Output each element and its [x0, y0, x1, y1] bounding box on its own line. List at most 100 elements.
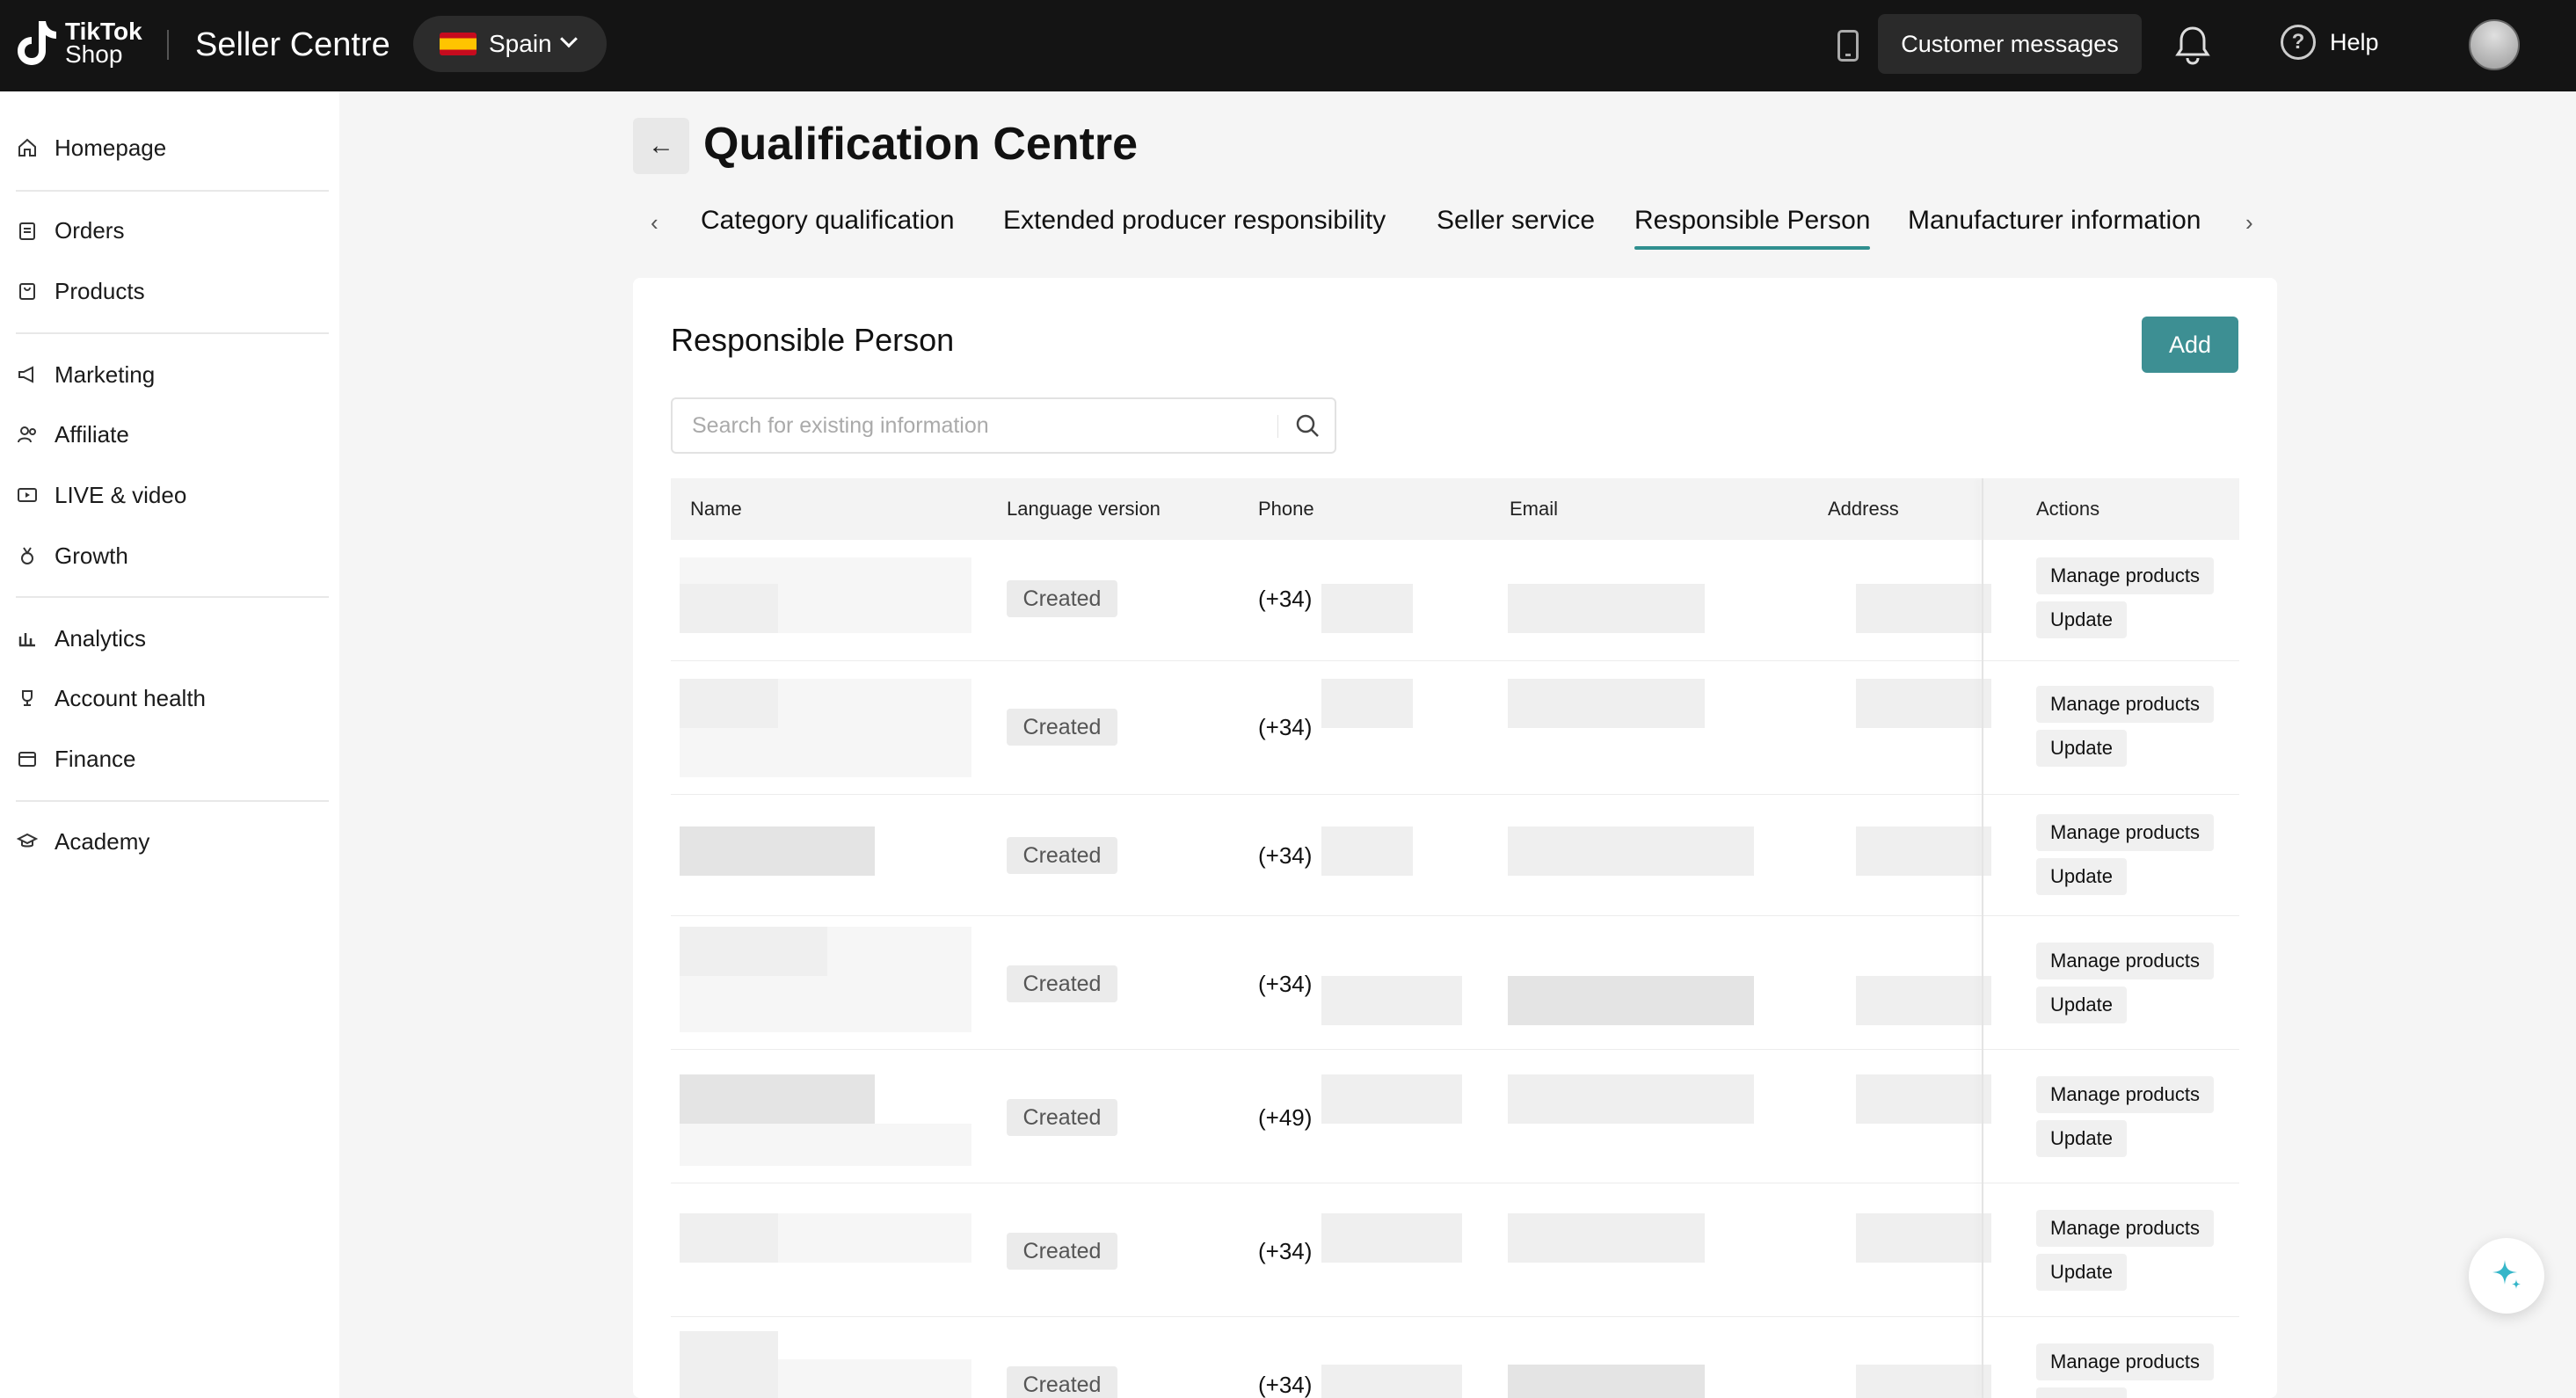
redacted-phone: [1321, 1365, 1462, 1398]
update-button[interactable]: Update: [2036, 730, 2127, 767]
notification-bell-icon[interactable]: [2175, 25, 2210, 65]
chart-icon: [16, 627, 39, 650]
sidebar-item-analytics[interactable]: Analytics: [16, 619, 146, 658]
sidebar-divider: [16, 190, 329, 192]
mobile-phone-icon[interactable]: [1837, 30, 1859, 62]
redacted-email: [1508, 1213, 1705, 1263]
megaphone-icon: [16, 363, 39, 386]
update-button[interactable]: Update: [2036, 1120, 2127, 1157]
seller-centre-title: Seller Centre: [195, 26, 390, 63]
customer-messages-button[interactable]: Customer messages: [1878, 14, 2142, 74]
add-button[interactable]: Add: [2142, 317, 2238, 373]
help-label: Help: [2330, 28, 2379, 55]
tab-manufacturer-information[interactable]: Manufacturer information: [1908, 206, 2201, 236]
redacted-name: [778, 1359, 971, 1398]
user-avatar[interactable]: [2469, 19, 2520, 70]
sidebar-item-affiliate[interactable]: Affiliate: [16, 415, 129, 454]
column-header-name: Name: [690, 498, 742, 520]
redacted-phone: [1321, 1074, 1462, 1124]
manage-products-button[interactable]: Manage products: [2036, 943, 2214, 979]
manage-products-button[interactable]: Manage products: [2036, 814, 2214, 851]
sidebar-item-finance[interactable]: Finance: [16, 739, 136, 778]
chevron-right-icon[interactable]: ›: [2245, 209, 2253, 237]
sidebar-item-marketing[interactable]: Marketing: [16, 355, 155, 394]
help-button[interactable]: ? Help: [2281, 25, 2379, 60]
search-icon[interactable]: [1293, 411, 1323, 441]
update-button[interactable]: Update: [2036, 1254, 2127, 1291]
sidebar-item-label: Growth: [55, 542, 128, 569]
sidebar-item-label: Orders: [55, 216, 125, 244]
country-label: Spain: [489, 30, 552, 57]
help-icon: ?: [2281, 25, 2316, 60]
table-row: Created (+49) Manage products Update: [671, 1050, 2239, 1183]
update-button[interactable]: Update: [2036, 858, 2127, 895]
tab-seller-service[interactable]: Seller service: [1437, 206, 1595, 236]
sparkle-icon: [2489, 1256, 2524, 1296]
home-icon: [16, 136, 39, 159]
country-selector[interactable]: Spain: [413, 16, 607, 72]
chevron-left-icon[interactable]: ‹: [651, 209, 659, 237]
redacted-name: [680, 679, 778, 728]
update-button[interactable]: Update: [2036, 1387, 2127, 1398]
ai-assistant-button[interactable]: [2469, 1238, 2544, 1314]
status-badge: Created: [1007, 1366, 1117, 1398]
tab-category-qualification[interactable]: Category qualification: [701, 206, 955, 236]
trophy-icon: [16, 687, 39, 710]
sidebar-item-label: Academy: [55, 827, 150, 855]
sidebar-item-academy[interactable]: Academy: [16, 822, 149, 861]
sidebar-item-account-health[interactable]: Account health: [16, 679, 206, 717]
logo-divider: [167, 30, 169, 60]
redacted-email: [1508, 1074, 1754, 1124]
sidebar-item-growth[interactable]: Growth: [16, 536, 128, 575]
column-header-email: Email: [1510, 498, 1559, 520]
redacted-phone: [1321, 1213, 1462, 1263]
sticky-column-divider: [1982, 478, 1983, 1398]
redacted-address: [1856, 826, 1991, 876]
sidebar-item-orders[interactable]: Orders: [16, 211, 124, 250]
manage-products-button[interactable]: Manage products: [2036, 1210, 2214, 1247]
sidebar-divider: [16, 596, 329, 598]
sidebar-item-homepage[interactable]: Homepage: [16, 128, 166, 167]
status-badge: Created: [1007, 965, 1117, 1002]
table-row: Created (+34) Manage products Update: [671, 916, 2239, 1050]
sidebar-item-label: Finance: [55, 745, 136, 772]
manage-products-button[interactable]: Manage products: [2036, 1076, 2214, 1113]
phone-prefix: (+34): [1258, 842, 1313, 869]
tab-responsible-person[interactable]: Responsible Person: [1634, 206, 1871, 236]
back-button[interactable]: ←: [633, 118, 689, 174]
medal-icon: [16, 544, 39, 567]
redacted-name: [680, 584, 778, 633]
top-bar: TikTok Shop Seller Centre Spain Customer…: [0, 0, 2576, 91]
clipboard-icon: [16, 219, 39, 242]
phone-prefix: (+34): [1258, 714, 1313, 740]
sidebar-item-label: Affiliate: [55, 420, 129, 448]
phone-prefix: (+34): [1258, 1238, 1313, 1264]
logo-text-shop: Shop: [65, 40, 123, 68]
search-input[interactable]: [673, 399, 1270, 452]
tab-extended-producer-responsibility[interactable]: Extended producer responsibility: [1003, 206, 1386, 236]
card-title: Responsible Person: [671, 322, 955, 358]
manage-products-button[interactable]: Manage products: [2036, 1343, 2214, 1380]
update-button[interactable]: Update: [2036, 601, 2127, 638]
sidebar-item-products[interactable]: Products: [16, 272, 145, 310]
sidebar-item-live-video[interactable]: LIVE & video: [16, 476, 186, 514]
redacted-address: [1856, 1213, 1991, 1263]
sidebar-divider: [16, 800, 329, 802]
redacted-address: [1856, 679, 1991, 728]
status-badge: Created: [1007, 837, 1117, 874]
redacted-phone: [1321, 826, 1413, 876]
tiktok-shop-logo[interactable]: TikTok Shop: [16, 18, 142, 69]
table-row: Created (+34) Manage products Update: [671, 1183, 2239, 1317]
sidebar: Homepage Orders Products Marketing Affil…: [0, 91, 339, 1398]
redacted-email: [1508, 584, 1705, 633]
search-divider: [1277, 415, 1278, 438]
sidebar-item-label: LIVE & video: [55, 481, 187, 508]
redacted-email: [1508, 1365, 1705, 1398]
redacted-address: [1856, 1365, 1991, 1398]
redacted-address: [1856, 584, 1991, 633]
update-button[interactable]: Update: [2036, 987, 2127, 1023]
sidebar-item-label: Analytics: [55, 624, 147, 652]
manage-products-button[interactable]: Manage products: [2036, 686, 2214, 723]
manage-products-button[interactable]: Manage products: [2036, 557, 2214, 594]
redacted-email: [1508, 679, 1705, 728]
